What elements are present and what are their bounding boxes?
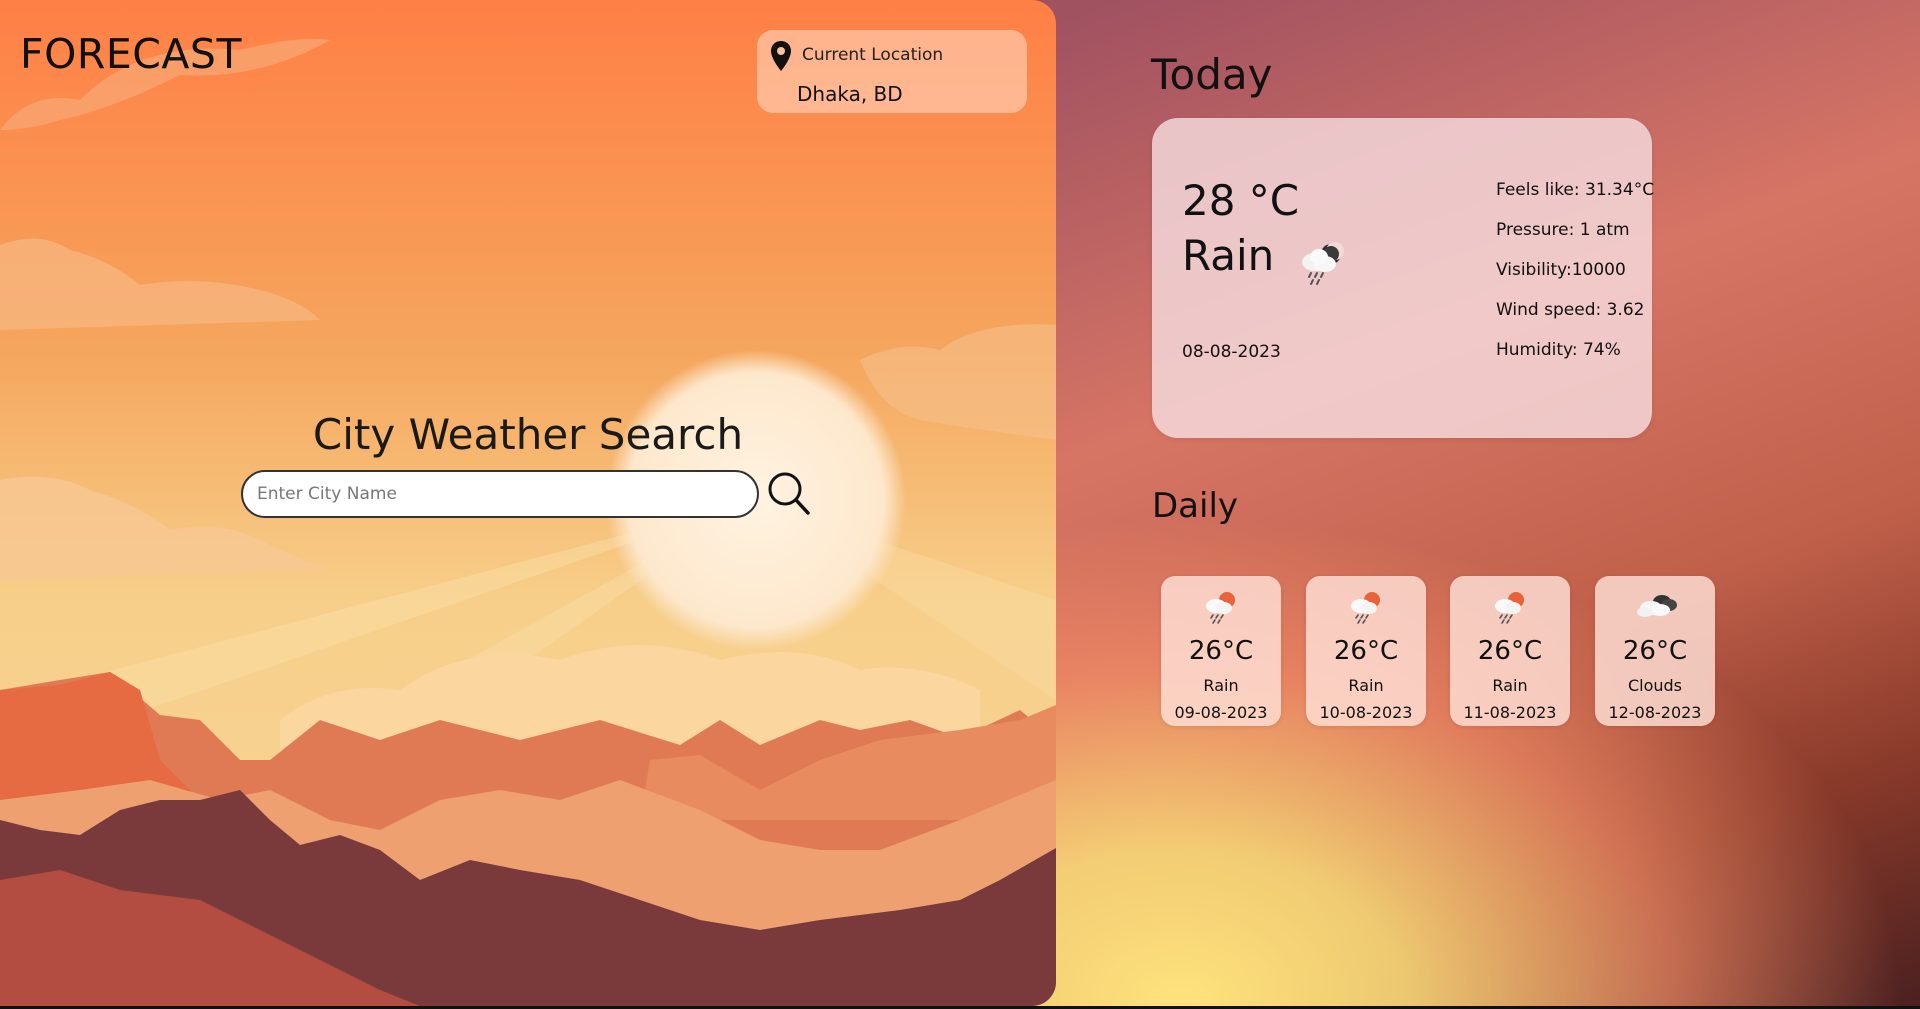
daily-temperature: 26°C bbox=[1477, 636, 1543, 666]
daily-condition: Clouds bbox=[1627, 676, 1683, 695]
clouds-icon bbox=[1637, 595, 1677, 617]
daily-condition: Rain bbox=[1203, 676, 1239, 695]
map-pin-icon bbox=[771, 41, 791, 71]
cloud-rain-sun-icon bbox=[1206, 592, 1235, 624]
left-panel: FORECAST Current Location Dhaka, BD City… bbox=[0, 0, 1056, 1006]
visibility-detail: Visibility:10000 bbox=[1496, 260, 1626, 280]
app-brand: FORECAST bbox=[20, 30, 242, 78]
current-location-card: Current Location Dhaka, BD bbox=[757, 30, 1027, 113]
search-button[interactable] bbox=[764, 470, 814, 520]
daily-condition: Rain bbox=[1348, 676, 1384, 695]
daily-temperature: 26°C bbox=[1622, 636, 1688, 666]
wind-speed-detail: Wind speed: 3.62 bbox=[1496, 300, 1645, 320]
daily-temperature: 26°C bbox=[1333, 636, 1399, 666]
daily-date: 11-08-2023 bbox=[1463, 703, 1557, 722]
today-condition: Rain bbox=[1182, 231, 1275, 280]
daily-date: 09-08-2023 bbox=[1174, 703, 1268, 722]
cloud-rain-sun-icon bbox=[1495, 592, 1524, 624]
humidity-detail: Humidity: 74% bbox=[1496, 340, 1621, 360]
daily-date: 12-08-2023 bbox=[1608, 703, 1702, 722]
daily-forecast-card: 26°C Rain 11-08-2023 bbox=[1450, 576, 1570, 726]
daily-forecast-card: 26°C Rain 10-08-2023 bbox=[1306, 576, 1426, 726]
cloud-rain-night-icon bbox=[1302, 242, 1344, 285]
location-label: Current Location bbox=[802, 45, 944, 65]
search-title: City Weather Search bbox=[0, 410, 1056, 459]
search-title-text: City Weather Search bbox=[312, 410, 744, 459]
daily-heading: Daily bbox=[1152, 486, 1239, 526]
location-value: Dhaka, BD bbox=[797, 82, 903, 106]
daily-forecast-card: 26°C Clouds 12-08-2023 bbox=[1595, 576, 1715, 726]
today-heading: Today bbox=[1151, 50, 1273, 99]
today-date: 08-08-2023 bbox=[1182, 342, 1281, 362]
cloud-rain-sun-icon bbox=[1351, 592, 1380, 624]
feels-like-detail: Feels like: 31.34°C bbox=[1496, 180, 1655, 200]
daily-forecast-card: 26°C Rain 09-08-2023 bbox=[1161, 576, 1281, 726]
daily-temperature: 26°C bbox=[1188, 636, 1254, 666]
daily-date: 10-08-2023 bbox=[1319, 703, 1413, 722]
today-temperature: 28 °C bbox=[1182, 176, 1300, 225]
search-icon bbox=[768, 472, 810, 515]
city-search-input[interactable] bbox=[241, 470, 759, 518]
pressure-detail: Pressure: 1 atm bbox=[1496, 220, 1630, 240]
today-weather-card: 28 °C Rain 08-08-2023 Feels like: 31.34°… bbox=[1152, 118, 1655, 438]
daily-condition: Rain bbox=[1492, 676, 1528, 695]
